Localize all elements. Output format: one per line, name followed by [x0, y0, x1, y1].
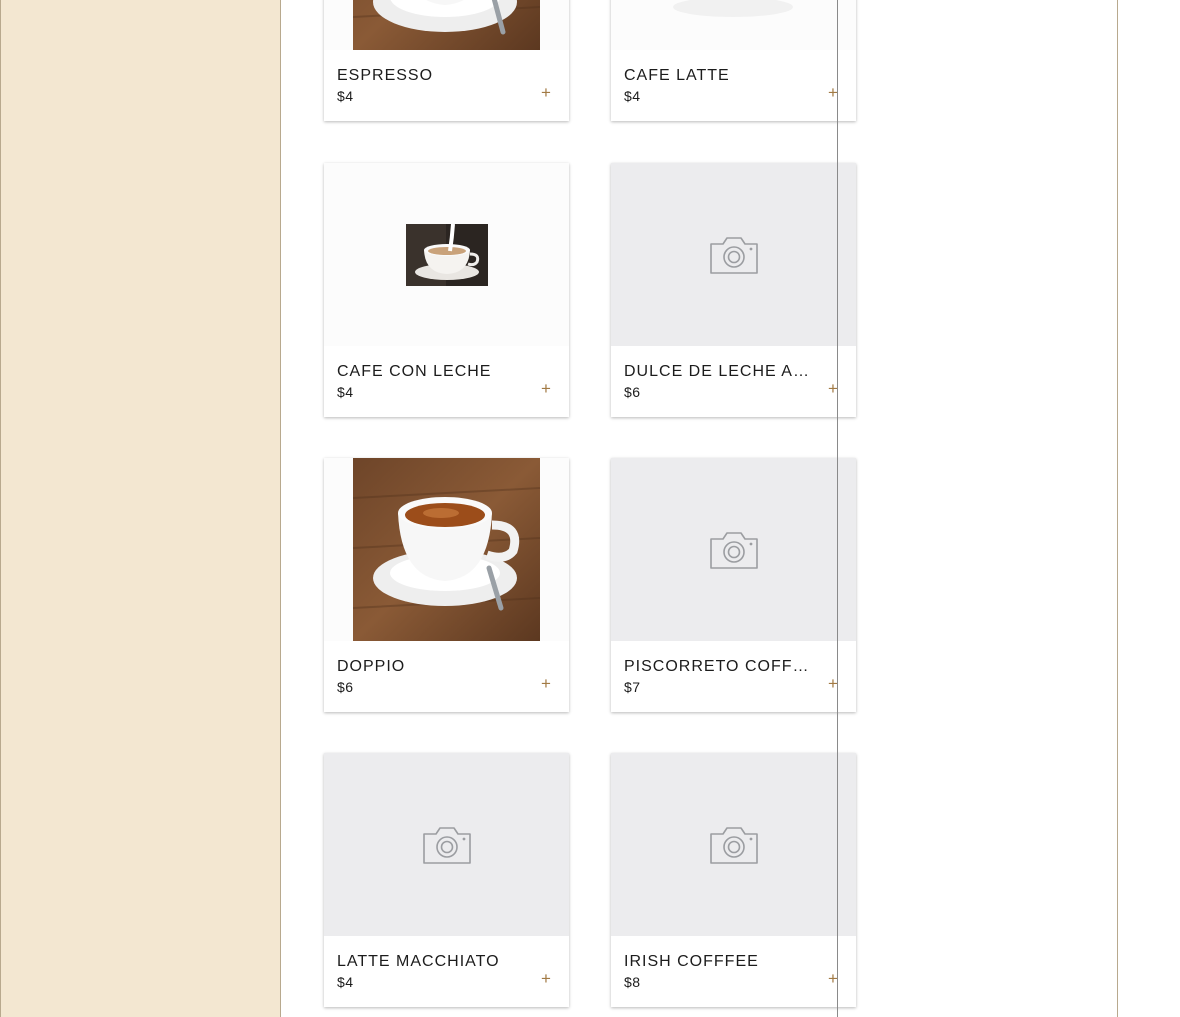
left-sidebar [0, 0, 281, 1017]
item-image [324, 0, 569, 50]
item-name: CAFE CON LECHE [337, 363, 492, 380]
item-price: $7 [624, 679, 641, 695]
item-price: $4 [337, 974, 354, 990]
item-name: CAFE LATTE [624, 67, 730, 84]
menu-item-card[interactable]: PISCORRETO COFFEE $7 + [611, 458, 856, 712]
add-to-order-button[interactable]: + [537, 674, 555, 694]
espresso-cup-photo [353, 458, 540, 641]
add-to-order-button[interactable]: + [824, 674, 842, 694]
item-image-placeholder [324, 753, 569, 936]
item-price: $6 [337, 679, 354, 695]
menu-item-card[interactable]: DOPPIO $6 + [324, 458, 569, 712]
add-to-order-button[interactable]: + [824, 969, 842, 989]
item-name: DULCE DE LECHE AF... [624, 363, 814, 380]
menu-item-card[interactable]: LATTE MACCHIATO $4 + [324, 753, 569, 1007]
camera-placeholder-icon [422, 826, 471, 864]
camera-placeholder-icon [709, 531, 758, 569]
add-to-order-button[interactable]: + [824, 83, 842, 103]
item-price: $6 [624, 384, 641, 400]
item-name: IRISH COFFFEE [624, 953, 759, 970]
add-to-order-button[interactable]: + [537, 83, 555, 103]
item-price: $4 [337, 88, 354, 104]
menu-item-card[interactable]: IRISH COFFFEE $8 + [611, 753, 856, 1007]
item-image-placeholder [611, 458, 856, 641]
menu-item-card[interactable]: DULCE DE LECHE AF... $6 + [611, 163, 856, 417]
add-to-order-button[interactable]: + [824, 379, 842, 399]
item-price: $8 [624, 974, 641, 990]
item-image-placeholder [611, 163, 856, 346]
item-image-placeholder [611, 753, 856, 936]
menu-item-card[interactable]: ESPRESSO $4 + [324, 0, 569, 121]
add-to-order-button[interactable]: + [537, 969, 555, 989]
camera-placeholder-icon [709, 826, 758, 864]
menu-item-card[interactable]: CAFE CON LECHE $4 + [324, 163, 569, 417]
vertical-guide-line [837, 0, 838, 1017]
milk-pour-cup-photo [405, 223, 488, 286]
item-name: DOPPIO [337, 658, 406, 675]
camera-placeholder-icon [709, 236, 758, 274]
item-price: $4 [337, 384, 354, 400]
menu-item-grid: ESPRESSO $4 + CAFE LATTE $4 + CAFE CON L… [324, 0, 857, 1017]
add-to-order-button[interactable]: + [537, 379, 555, 399]
item-name: LATTE MACCHIATO [337, 953, 500, 970]
espresso-cup-photo [353, 0, 540, 50]
menu-item-card[interactable]: CAFE LATTE $4 + [611, 0, 856, 121]
item-price: $4 [624, 88, 641, 104]
latte-photo [611, 0, 856, 50]
item-image [611, 0, 856, 50]
item-image [324, 458, 569, 641]
item-image [324, 163, 569, 346]
item-name: ESPRESSO [337, 67, 434, 84]
item-name: PISCORRETO COFFEE [624, 658, 814, 675]
content-right-border [1117, 0, 1118, 1017]
